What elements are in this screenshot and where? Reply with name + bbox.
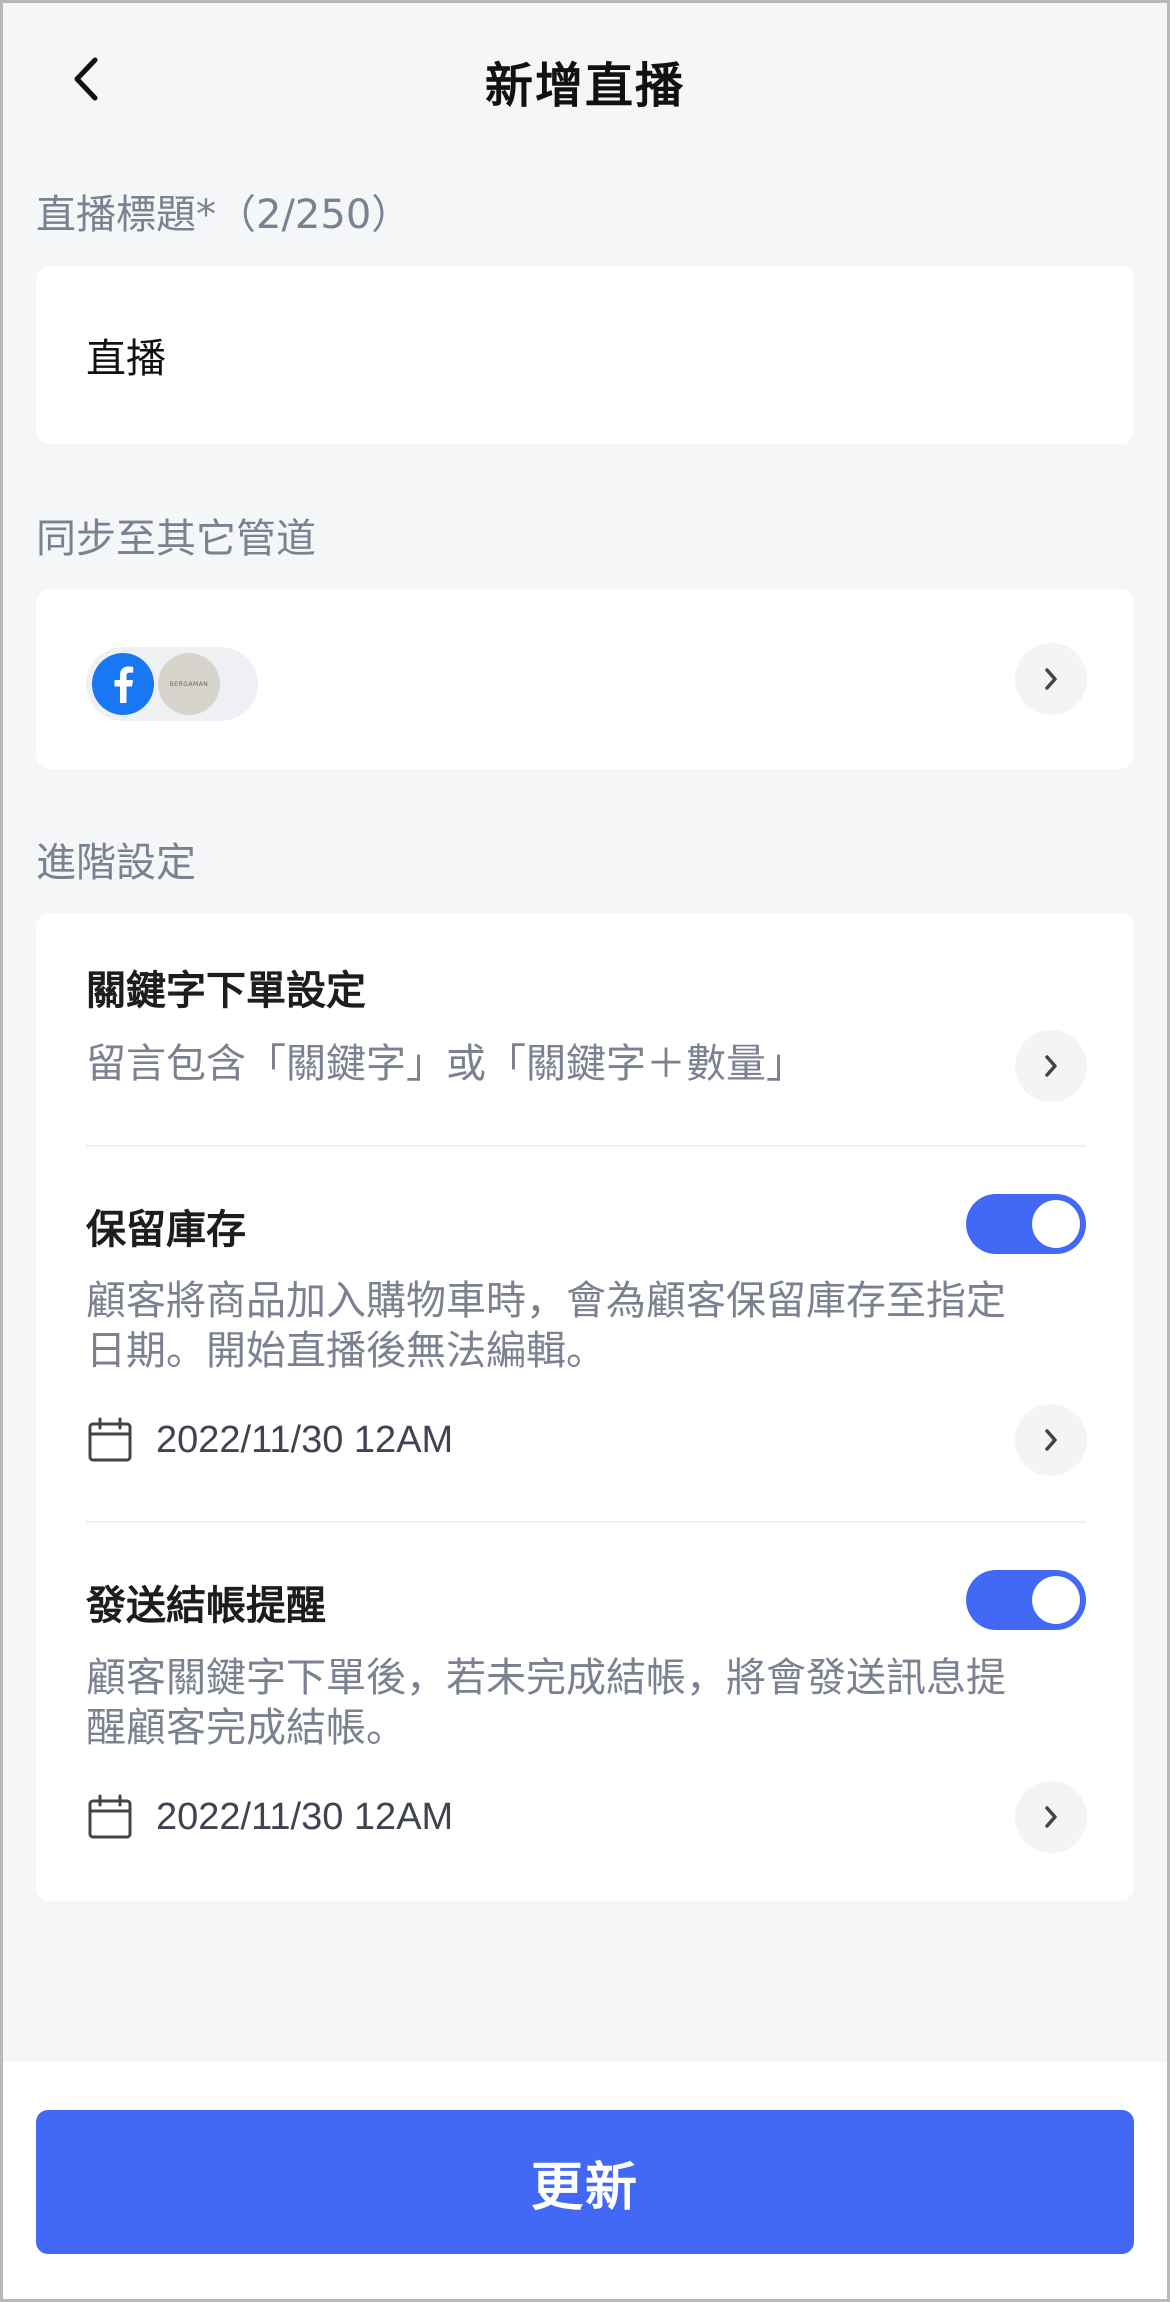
chevron-right-icon bbox=[1045, 1429, 1057, 1451]
reserve-stock-description-line2: 日期。開始直播後無法編輯。 bbox=[86, 1328, 606, 1374]
divider bbox=[86, 1145, 1086, 1147]
keyword-order-description: 留言包含「關鍵字」或「關鍵字＋數量」 bbox=[86, 1041, 806, 1087]
calendar-icon bbox=[88, 1417, 132, 1462]
chevron-right-icon bbox=[1045, 668, 1057, 690]
checkout-reminder-description: 顧客關鍵字下單後，若未完成結帳，將會發送訊息提 醒顧客完成結帳。 bbox=[86, 1653, 1096, 1753]
facebook-icon bbox=[92, 653, 154, 715]
checkout-reminder-description-line1: 顧客關鍵字下單後，若未完成結帳，將會發送訊息提 bbox=[86, 1655, 1006, 1701]
checkout-reminder-date: 2022/11/30 12AM bbox=[156, 1795, 454, 1838]
channels-open-button[interactable] bbox=[1015, 643, 1087, 715]
checkout-reminder-toggle[interactable] bbox=[966, 1570, 1086, 1630]
keyword-order-title: 關鍵字下單設定 bbox=[86, 968, 366, 1014]
keyword-order-open-button[interactable] bbox=[1015, 1030, 1087, 1102]
reserve-stock-date-row[interactable]: 2022/11/30 12AM bbox=[86, 1410, 453, 1470]
reserve-stock-toggle[interactable] bbox=[966, 1194, 1086, 1254]
footer: 更新 bbox=[0, 2062, 1170, 2302]
checkout-reminder-description-line2: 醒顧客完成結帳。 bbox=[86, 1705, 406, 1751]
title-input-card[interactable]: 直播 bbox=[36, 266, 1134, 444]
channel-icons: BERGAMAN bbox=[86, 647, 258, 721]
toggle-knob bbox=[1032, 1576, 1080, 1624]
chevron-right-icon bbox=[1045, 1806, 1057, 1828]
reserve-stock-description: 顧客將商品加入購物車時，會為顧客保留庫存至指定 日期。開始直播後無法編輯。 bbox=[86, 1276, 1096, 1376]
brand-avatar: BERGAMAN bbox=[158, 653, 220, 715]
checkout-reminder-date-row[interactable]: 2022/11/30 12AM bbox=[86, 1787, 453, 1847]
checkout-reminder-title: 發送結帳提醒 bbox=[86, 1583, 326, 1629]
title-input[interactable]: 直播 bbox=[86, 326, 166, 384]
reserve-stock-date: 2022/11/30 12AM bbox=[156, 1418, 454, 1461]
reserve-stock-title: 保留庫存 bbox=[86, 1207, 246, 1253]
title-field-label: 直播標題*（2/250） bbox=[36, 192, 412, 238]
advanced-label: 進階設定 bbox=[36, 840, 196, 886]
chevron-right-icon bbox=[1045, 1055, 1057, 1077]
reserve-stock-date-button[interactable] bbox=[1015, 1404, 1087, 1476]
toggle-knob bbox=[1032, 1200, 1080, 1248]
update-button[interactable]: 更新 bbox=[36, 2110, 1134, 2254]
channels-card[interactable]: BERGAMAN bbox=[36, 589, 1134, 769]
channels-label: 同步至其它管道 bbox=[36, 516, 316, 562]
reserve-stock-description-line1: 顧客將商品加入購物車時，會為顧客保留庫存至指定 bbox=[86, 1278, 1006, 1324]
checkout-reminder-date-button[interactable] bbox=[1015, 1781, 1087, 1853]
advanced-card: 關鍵字下單設定 留言包含「關鍵字」或「關鍵字＋數量」 保留庫存 顧客將商品加入購… bbox=[36, 913, 1134, 1901]
brand-avatar-text: BERGAMAN bbox=[169, 680, 209, 688]
page-title: 新增直播 bbox=[484, 58, 685, 114]
header: 新增直播 bbox=[0, 0, 1170, 156]
divider bbox=[86, 1521, 1086, 1523]
calendar-icon bbox=[88, 1794, 132, 1839]
